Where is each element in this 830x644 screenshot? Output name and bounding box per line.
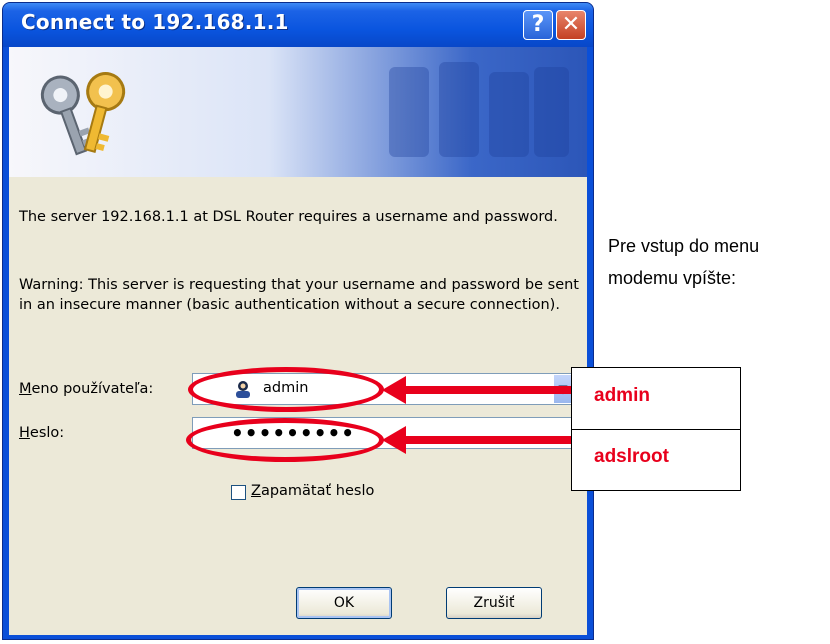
username-label-text: eno používateľa: [31,381,154,397]
remember-password-label[interactable]: Zapamätať heslo [251,483,374,499]
password-highlight-ellipse [186,418,384,462]
login-dialog: Connect to 192.168.1.1 ? ✕ The server 19… [2,2,594,640]
keys-icon [40,72,126,156]
password-label: Heslo: [19,425,64,441]
instruction-line-2: modemu vpíšte: [608,268,737,288]
cancel-button[interactable]: Zrušiť [446,587,542,619]
password-arrow-icon [382,426,572,454]
username-label: Meno používateľa: [19,381,153,397]
help-button[interactable]: ? [523,10,553,40]
title-bar: Connect to 192.168.1.1 ? ✕ [3,3,593,47]
banner [9,47,587,177]
password-label-accesskey: H [19,425,30,441]
callout-divider [572,429,740,430]
dialog-title: Connect to 192.168.1.1 [21,10,289,34]
password-label-text: eslo: [29,425,65,441]
username-arrow-icon [382,376,572,404]
insecure-warning: Warning: This server is requesting that … [19,277,579,313]
username-highlight-ellipse [188,367,384,412]
remember-label-text: apamätať heslo [260,483,375,499]
instruction-line-1: Pre vstup do menu [608,236,760,256]
dialog-body: The server 192.168.1.1 at DSL Router req… [9,47,587,635]
username-hint: admin [594,385,650,406]
server-message: The server 192.168.1.1 at DSL Router req… [19,209,558,225]
credentials-callout: admin adslroot [571,367,741,491]
close-button[interactable]: ✕ [556,10,586,40]
username-label-accesskey: M [19,381,32,397]
keys-watermark-icon [389,62,569,157]
remember-label-accesskey: Z [251,483,261,499]
ok-button[interactable]: OK [296,587,392,619]
remember-password-checkbox[interactable] [231,485,246,500]
password-hint: adslroot [594,446,669,467]
